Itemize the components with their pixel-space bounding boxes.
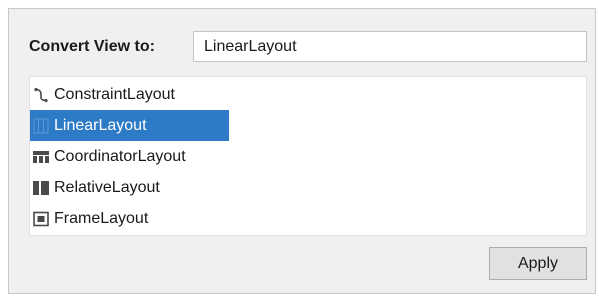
list-item-linear-layout[interactable]: LinearLayout bbox=[30, 110, 229, 141]
relative-layout-icon bbox=[33, 180, 49, 196]
layout-name-input[interactable] bbox=[193, 31, 587, 62]
frame-layout-icon bbox=[33, 211, 49, 227]
list-item-label: CoordinatorLayout bbox=[54, 147, 186, 165]
convert-view-dialog: Convert View to: ConstraintLayout L bbox=[8, 8, 596, 294]
linear-layout-icon bbox=[33, 118, 49, 134]
list-item-label: RelativeLayout bbox=[54, 178, 160, 196]
list-item-label: LinearLayout bbox=[54, 116, 147, 134]
convert-view-label: Convert View to: bbox=[29, 38, 155, 55]
list-item-coordinator-layout[interactable]: CoordinatorLayout bbox=[30, 141, 229, 172]
list-item-constraint-layout[interactable]: ConstraintLayout bbox=[30, 79, 229, 110]
constraint-layout-icon bbox=[33, 87, 49, 103]
list-item-label: FrameLayout bbox=[54, 209, 149, 227]
list-item-frame-layout[interactable]: FrameLayout bbox=[30, 203, 229, 234]
layout-list: ConstraintLayout LinearLayout Coordinato… bbox=[29, 76, 587, 236]
list-item-label: ConstraintLayout bbox=[54, 85, 175, 103]
list-item-relative-layout[interactable]: RelativeLayout bbox=[30, 172, 229, 203]
coordinator-layout-icon bbox=[33, 149, 49, 165]
apply-button[interactable]: Apply bbox=[489, 247, 587, 280]
